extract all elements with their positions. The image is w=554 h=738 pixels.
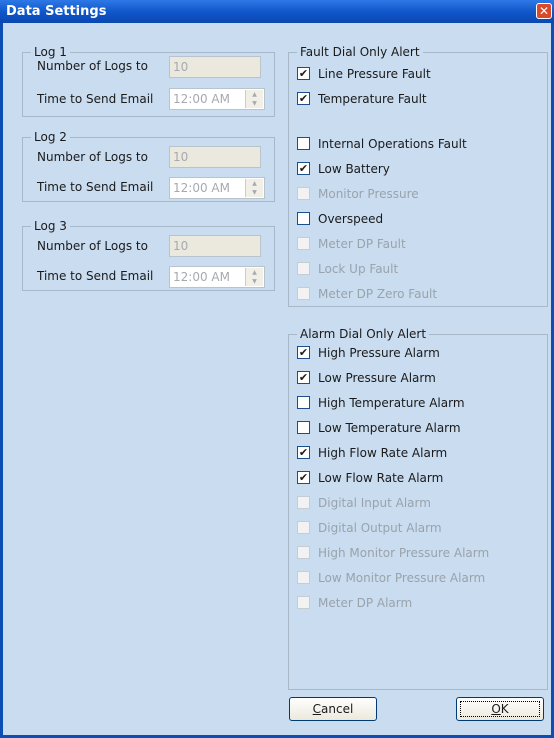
checkbox-label: Lock Up Fault (318, 262, 399, 276)
checkbox-label: Digital Output Alarm (318, 521, 442, 535)
checkmark-icon[interactable]: ✔ (297, 371, 310, 384)
checkmark-icon[interactable]: ✔ (297, 162, 310, 175)
checkbox-label: Low Monitor Pressure Alarm (318, 571, 486, 585)
checkbox-label: Digital Input Alarm (318, 496, 431, 510)
checkbox-label: Internal Operations Fault (318, 137, 467, 151)
checkbox (297, 262, 310, 275)
log3-time-spinner[interactable]: ▲ ▼ (245, 268, 263, 286)
checkbox[interactable] (297, 212, 310, 225)
checkbox[interactable] (297, 137, 310, 150)
log3-count-field[interactable]: 10 (169, 235, 261, 257)
checkbox-label: Meter DP Zero Fault (318, 287, 438, 301)
checkbox-label: Low Temperature Alarm (318, 421, 461, 435)
cancel-button[interactable]: Cancel (289, 697, 377, 721)
log3-time-label: Time to Send Email (37, 269, 154, 283)
log3-time-value: 12:00 AM (173, 270, 230, 284)
checkbox-label: High Flow Rate Alarm (318, 446, 448, 460)
title-bar: Data Settings ✕ (0, 0, 554, 23)
log1-title: Log 1 (31, 45, 70, 59)
log1-time-value: 12:00 AM (173, 92, 230, 106)
spin-up-icon[interactable]: ▲ (246, 179, 263, 188)
log3-title: Log 3 (31, 219, 70, 233)
checkbox[interactable] (297, 421, 310, 434)
checkbox[interactable] (297, 396, 310, 409)
checkmark-icon[interactable]: ✔ (297, 67, 310, 80)
checkbox (297, 496, 310, 509)
log2-title: Log 2 (31, 130, 70, 144)
checkbox (297, 596, 310, 609)
log2-time-label: Time to Send Email (37, 180, 154, 194)
checkbox-label: Temperature Fault (318, 92, 427, 106)
checkbox-label: Line Pressure Fault (318, 67, 431, 81)
log2-count-field[interactable]: 10 (169, 146, 261, 168)
log2-time-field[interactable]: 12:00 AM ▲ ▼ (169, 177, 265, 199)
log1-time-label: Time to Send Email (37, 92, 154, 106)
ok-button[interactable]: OK (456, 697, 544, 721)
log1-time-spinner[interactable]: ▲ ▼ (245, 90, 263, 108)
log3-time-field[interactable]: 12:00 AM ▲ ▼ (169, 266, 265, 288)
cancel-button-label: Cancel (312, 702, 354, 716)
spin-down-icon[interactable]: ▼ (246, 277, 263, 286)
checkbox (297, 521, 310, 534)
alarm-alert-group: Alarm Dial Only Alert ✔ High Pressure Ala… (288, 327, 548, 690)
checkbox (297, 187, 310, 200)
log2-time-spinner[interactable]: ▲ ▼ (245, 179, 263, 197)
spin-down-icon[interactable]: ▼ (246, 188, 263, 197)
checkbox-label: Low Battery (318, 162, 390, 176)
checkbox-label: High Pressure Alarm (318, 346, 440, 360)
log3-count-label: Number of Logs to (37, 239, 148, 253)
alarm-alert-title: Alarm Dial Only Alert (297, 327, 430, 341)
spin-up-icon[interactable]: ▲ (246, 268, 263, 277)
fault-alert-title: Fault Dial Only Alert (297, 45, 423, 59)
data-settings-window: Data Settings ✕ Log 1 Number of Logs to … (0, 0, 554, 738)
checkbox-label: Meter DP Fault (318, 237, 406, 251)
checkmark-icon[interactable]: ✔ (297, 92, 310, 105)
log1-count-field[interactable]: 10 (169, 56, 261, 78)
checkbox-label: Low Pressure Alarm (318, 371, 436, 385)
checkmark-icon[interactable]: ✔ (297, 471, 310, 484)
checkbox-label: High Monitor Pressure Alarm (318, 546, 490, 560)
checkbox (297, 546, 310, 559)
focus-rect (460, 701, 540, 717)
checkbox (297, 287, 310, 300)
spin-up-icon[interactable]: ▲ (246, 90, 263, 99)
checkbox-label: High Temperature Alarm (318, 396, 465, 410)
checkmark-icon[interactable]: ✔ (297, 346, 310, 359)
window-title: Data Settings (6, 4, 107, 19)
checkbox-label: Monitor Pressure (318, 187, 419, 201)
log1-time-field[interactable]: 12:00 AM ▲ ▼ (169, 88, 265, 110)
log2-count-label: Number of Logs to (37, 150, 148, 164)
fault-alert-group: Fault Dial Only Alert ✔ Line Pressure Fau… (288, 45, 548, 307)
spin-down-icon[interactable]: ▼ (246, 99, 263, 108)
close-icon[interactable]: ✕ (536, 3, 552, 19)
log2-time-value: 12:00 AM (173, 181, 230, 195)
log1-count-label: Number of Logs to (37, 59, 148, 73)
checkbox-label: Overspeed (318, 212, 384, 226)
checkmark-icon[interactable]: ✔ (297, 446, 310, 459)
checkbox (297, 237, 310, 250)
checkbox-label: Meter DP Alarm (318, 596, 413, 610)
checkbox (297, 571, 310, 584)
checkbox-label: Low Flow Rate Alarm (318, 471, 444, 485)
